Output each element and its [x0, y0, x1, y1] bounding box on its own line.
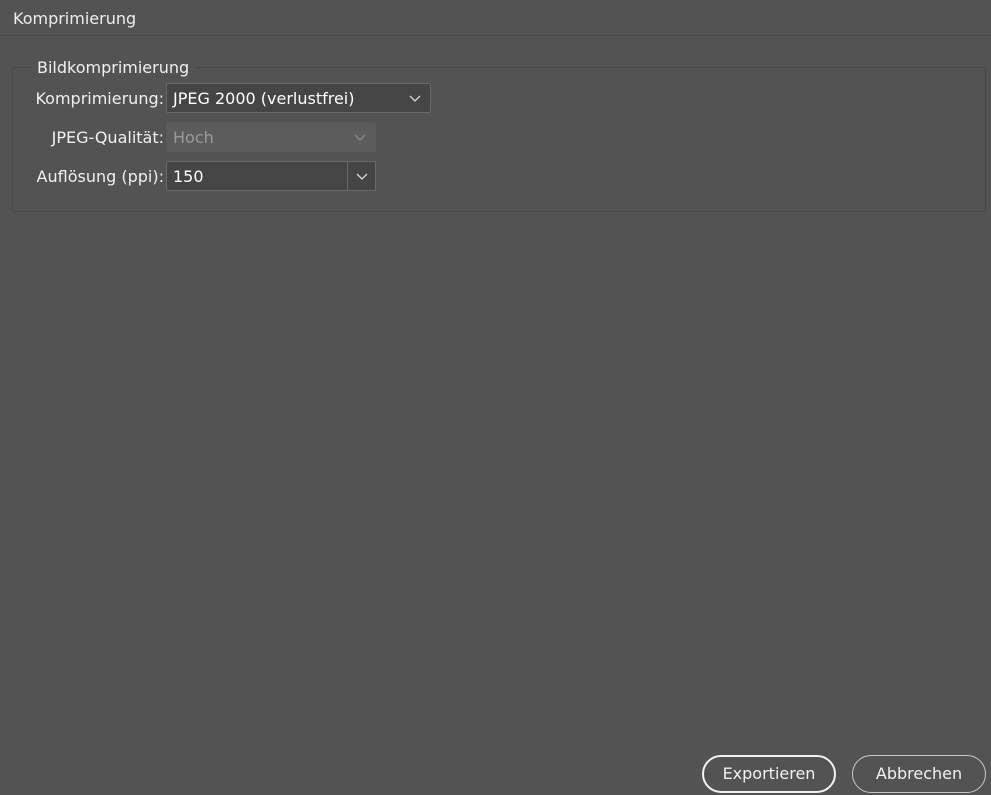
resolution-dropdown-button[interactable] — [348, 162, 375, 190]
compression-select[interactable]: JPEG 2000 (verlustfrei) — [166, 83, 431, 113]
jpeg-quality-select: Hoch — [166, 122, 376, 152]
resolution-label: Auflösung (ppi): — [36, 167, 164, 186]
jpeg-quality-label: JPEG-Qualität: — [51, 128, 164, 147]
cancel-button[interactable]: Abbrechen — [852, 755, 986, 793]
resolution-input[interactable]: 150 — [173, 167, 204, 186]
export-button[interactable]: Exportieren — [702, 755, 836, 793]
section-title: Komprimierung — [13, 9, 137, 28]
group-legend: Bildkomprimierung — [31, 58, 196, 77]
jpeg-quality-select-value: Hoch — [173, 128, 214, 147]
section-header: Komprimierung — [0, 0, 991, 36]
compression-panel: Komprimierung Bildkomprimierung Komprimi… — [0, 0, 991, 795]
chevron-down-icon — [356, 173, 368, 180]
chevron-down-icon — [354, 134, 366, 141]
chevron-down-icon — [409, 95, 421, 102]
compression-select-value: JPEG 2000 (verlustfrei) — [173, 89, 355, 108]
compression-label: Komprimierung: — [35, 89, 164, 108]
resolution-combobox: 150 — [166, 161, 376, 191]
